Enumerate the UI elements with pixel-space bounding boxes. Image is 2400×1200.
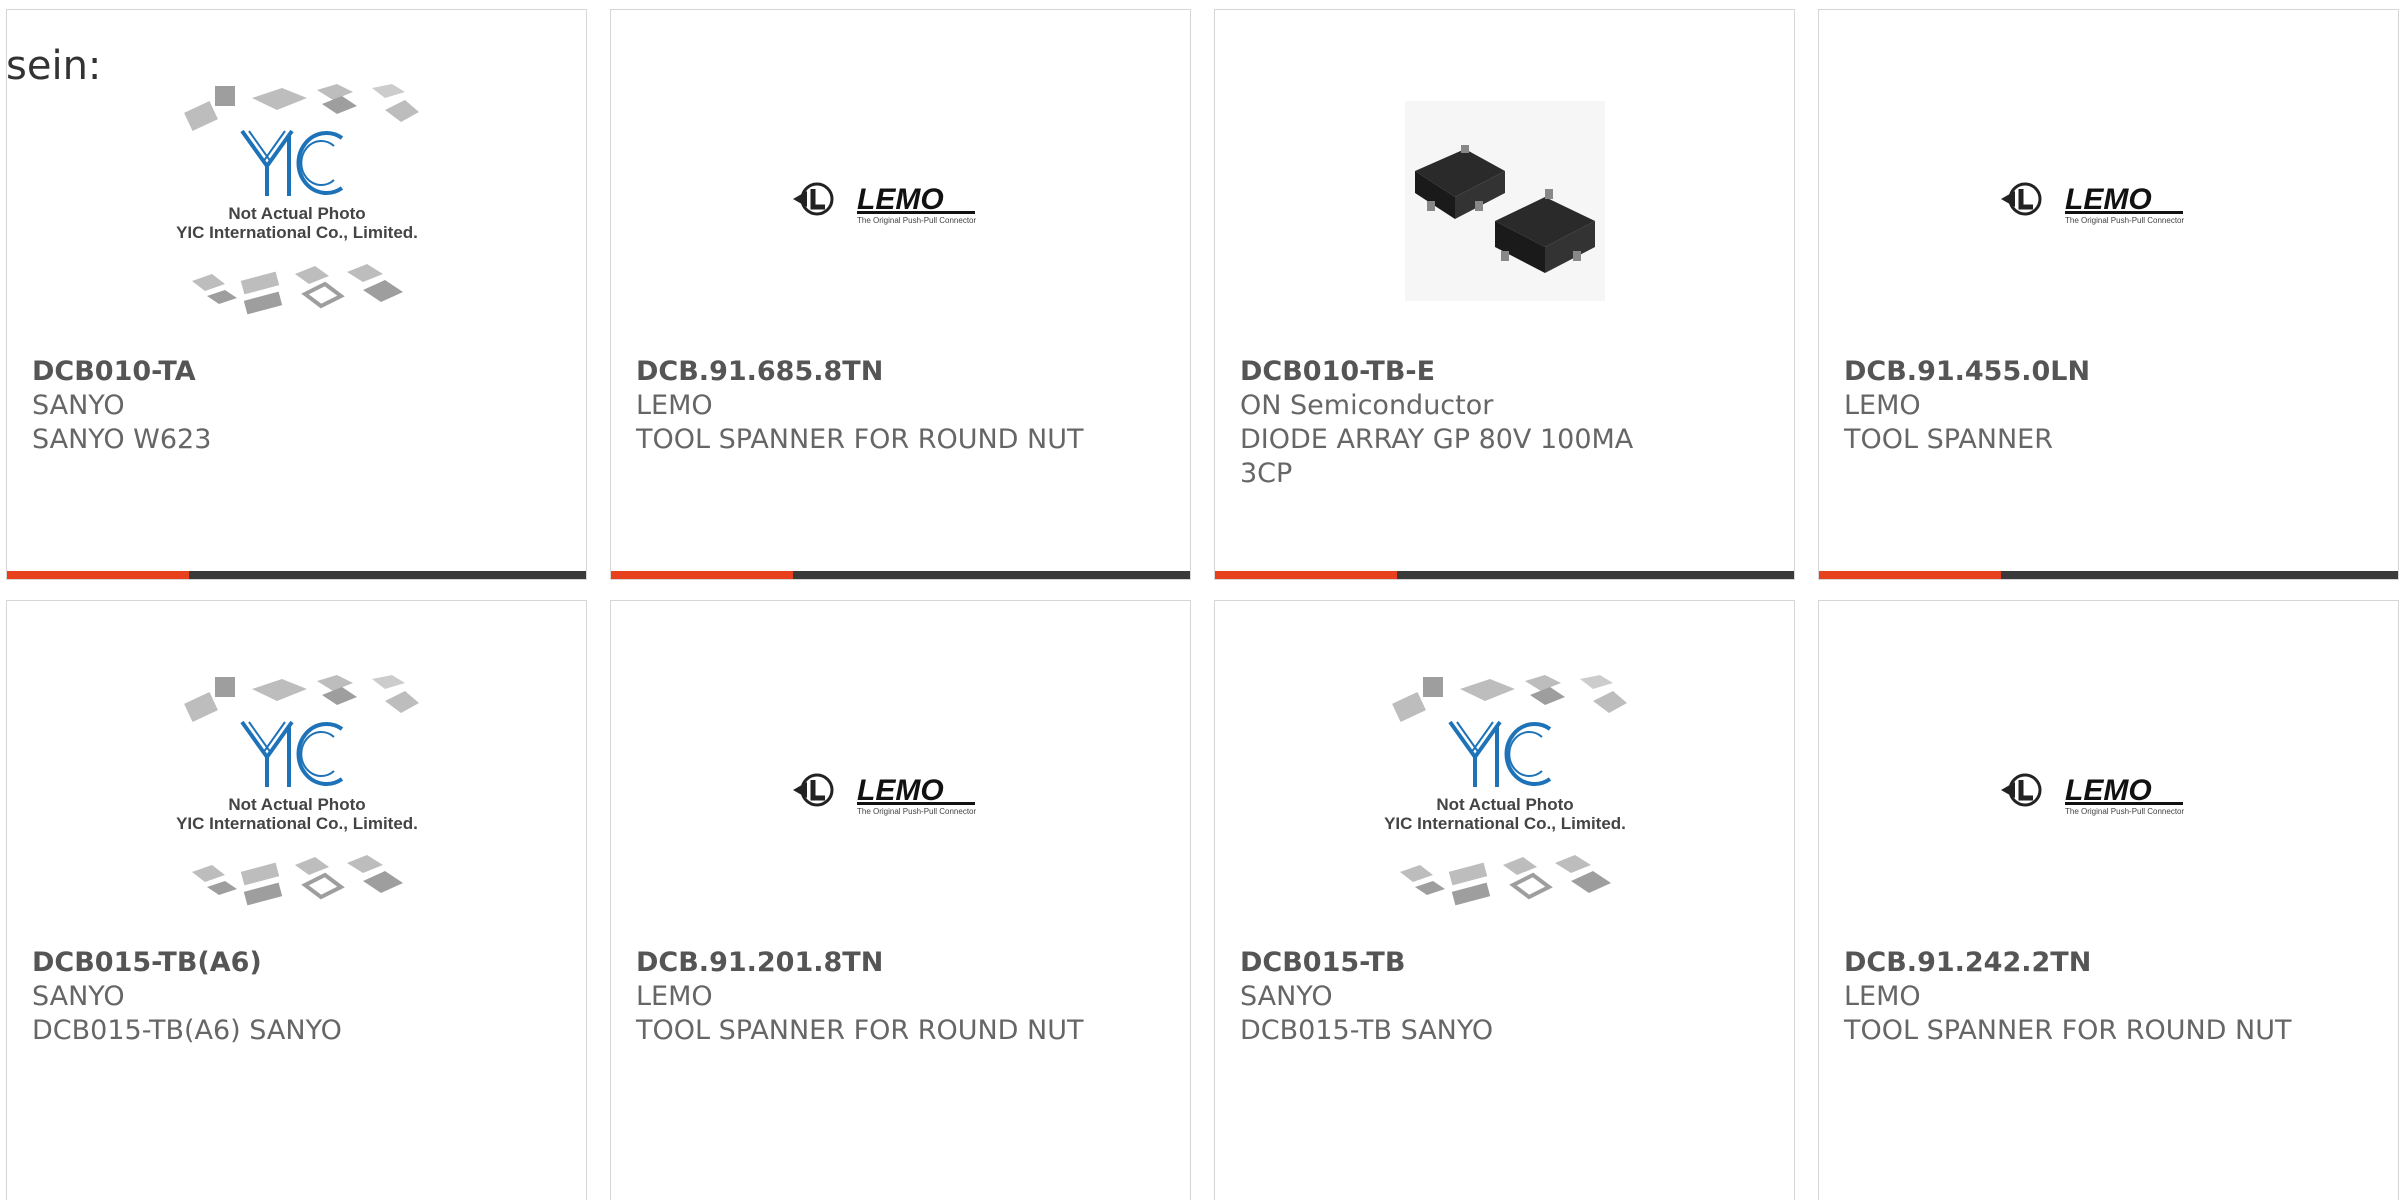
- yic-placeholder-icon: Not Actual PhotoYIC International Co., L…: [176, 84, 419, 315]
- lemo-logo-icon: LEMOThe Original Push-Pull Connector: [792, 182, 977, 225]
- product-card[interactable]: Not Actual Photo YIC International Co., L…: [1214, 600, 1795, 1200]
- svg-text:Not Actual Photo: Not Actual Photo: [1436, 795, 1573, 814]
- svg-text:YIC International Co., Limited: YIC International Co., Limited.: [176, 814, 418, 833]
- product-image[interactable]: LEMO The Original Push-Pull Connector: [611, 58, 1190, 348]
- description: TOOL SPANNER FOR ROUND NUT: [1844, 1015, 2292, 1046]
- product-card[interactable]: Not Actual Photo YIC International Co., L…: [6, 600, 587, 1200]
- description: TOOL SPANNER FOR ROUND NUT: [636, 1015, 1084, 1046]
- manufacturer: LEMO: [636, 390, 713, 421]
- svg-text:The Original Push-Pull Connect: The Original Push-Pull Connector: [857, 216, 977, 225]
- card-accent-bar: [7, 571, 586, 579]
- product-card[interactable]: LEMO The Original Push-Pull Connector DCB…: [610, 600, 1191, 1200]
- product-card[interactable]: LEMO The Original Push-Pull Connector DCB…: [1818, 600, 2399, 1200]
- part-number-link[interactable]: DCB010-TA: [32, 355, 546, 389]
- manufacturer: ON Semiconductor: [1240, 390, 1494, 421]
- description: SANYO W623: [32, 424, 212, 455]
- intro-text: sein:: [6, 43, 102, 89]
- product-card[interactable]: Not Actual Photo YIC International Co., L…: [6, 9, 587, 580]
- description: TOOL SPANNER FOR ROUND NUT: [636, 424, 1084, 455]
- description: DCB015-TB SANYO: [1240, 1015, 1494, 1046]
- product-image[interactable]: LEMO The Original Push-Pull Connector: [1819, 649, 2398, 939]
- manufacturer: LEMO: [1844, 981, 1921, 1012]
- lemo-logo-icon: LEMOThe Original Push-Pull Connector: [792, 773, 977, 816]
- product-card[interactable]: LEMO The Original Push-Pull Connector DCB…: [610, 9, 1191, 580]
- product-image[interactable]: Not Actual Photo YIC International Co., L…: [7, 649, 586, 939]
- manufacturer: LEMO: [636, 981, 713, 1012]
- lemo-logo-icon: LEMOThe Original Push-Pull Connector: [2000, 182, 2185, 225]
- manufacturer: SANYO: [32, 981, 125, 1012]
- manufacturer: SANYO: [1240, 981, 1333, 1012]
- yic-placeholder-icon: Not Actual PhotoYIC International Co., L…: [176, 675, 419, 906]
- svg-text:YIC International Co., Limited: YIC International Co., Limited.: [176, 223, 418, 242]
- manufacturer: SANYO: [32, 390, 125, 421]
- part-number-link[interactable]: DCB.91.685.8TN: [636, 355, 1150, 389]
- svg-text:The Original Push-Pull Connect: The Original Push-Pull Connector: [857, 807, 977, 816]
- product-card[interactable]: LEMO The Original Push-Pull Connector DCB…: [1818, 9, 2399, 580]
- yic-placeholder-icon: Not Actual PhotoYIC International Co., L…: [1384, 675, 1627, 906]
- svg-text:The Original Push-Pull Connect: The Original Push-Pull Connector: [2065, 216, 2185, 225]
- svg-text:Not Actual Photo: Not Actual Photo: [228, 204, 365, 223]
- card-accent-bar: [611, 571, 1190, 579]
- product-image[interactable]: Not Actual Photo YIC International Co., L…: [1215, 649, 1794, 939]
- svg-text:Not Actual Photo: Not Actual Photo: [228, 795, 365, 814]
- lemo-logo-icon: LEMOThe Original Push-Pull Connector: [2000, 773, 2185, 816]
- product-image[interactable]: LEMO The Original Push-Pull Connector: [1819, 58, 2398, 348]
- product-grid: Not Actual Photo YIC International Co., L…: [6, 9, 2399, 1200]
- svg-text:YIC International Co., Limited: YIC International Co., Limited.: [1384, 814, 1626, 833]
- part-number-link[interactable]: DCB010-TB-E: [1240, 355, 1754, 389]
- description: DCB015-TB(A6) SANYO: [32, 1015, 342, 1046]
- svg-text:The Original Push-Pull Connect: The Original Push-Pull Connector: [2065, 807, 2185, 816]
- description: TOOL SPANNER: [1844, 424, 2053, 455]
- part-number-link[interactable]: DCB015-TB: [1240, 946, 1754, 980]
- description: DIODE ARRAY GP 80V 100MA 3CP: [1240, 424, 1634, 489]
- card-accent-bar: [1819, 571, 2398, 579]
- manufacturer: LEMO: [1844, 390, 1921, 421]
- part-number-link[interactable]: DCB.91.455.0LN: [1844, 355, 2358, 389]
- sot23-chip-icon: [1404, 101, 1605, 301]
- product-image[interactable]: Not Actual Photo YIC International Co., L…: [7, 58, 586, 348]
- card-accent-bar: [1215, 571, 1794, 579]
- part-number-link[interactable]: DCB015-TB(A6): [32, 946, 546, 980]
- product-image[interactable]: [1215, 58, 1794, 348]
- part-number-link[interactable]: DCB.91.242.2TN: [1844, 946, 2358, 980]
- product-image[interactable]: LEMO The Original Push-Pull Connector: [611, 649, 1190, 939]
- product-card[interactable]: DCB010-TB-E ON Semiconductor DIODE ARRAY…: [1214, 9, 1795, 580]
- part-number-link[interactable]: DCB.91.201.8TN: [636, 946, 1150, 980]
